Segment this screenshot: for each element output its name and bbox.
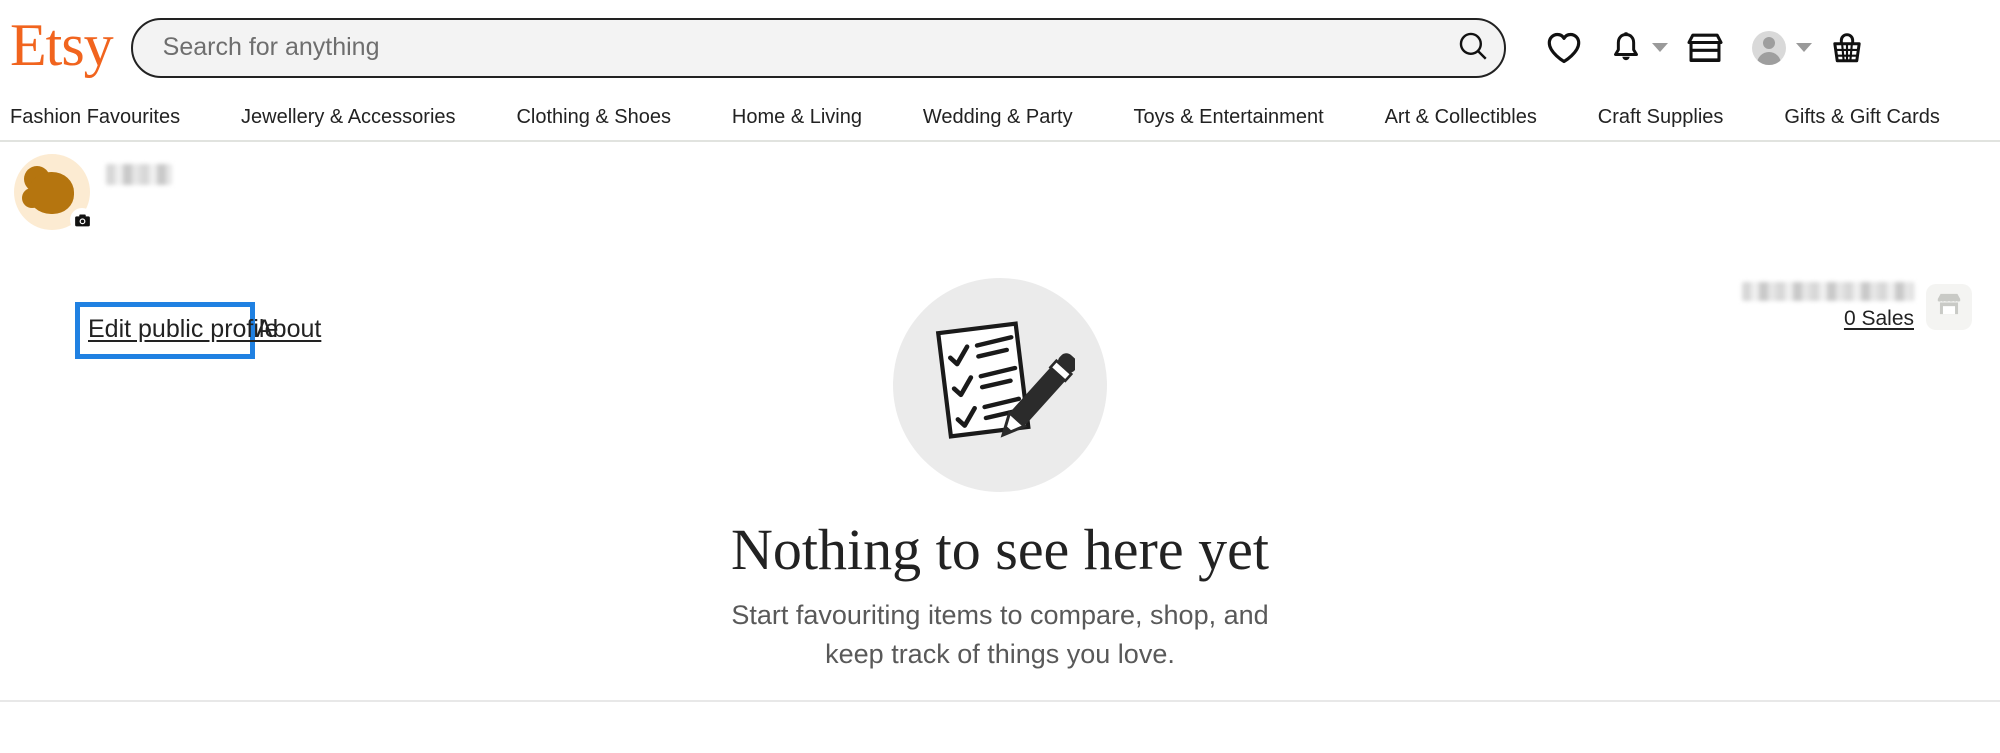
shop-summary: 0 Sales <box>1742 282 1972 331</box>
favourites-icon[interactable] <box>1532 20 1596 76</box>
notifications-icon[interactable] <box>1596 20 1656 76</box>
nav-item-craft-supplies[interactable]: Craft Supplies <box>1598 102 1724 133</box>
account-chevron-down-icon[interactable] <box>1795 43 1812 52</box>
avatar-shape <box>28 172 74 214</box>
checklist-pencil-icon <box>893 278 1107 492</box>
page-footer-space <box>0 702 2000 739</box>
storefront-icon <box>1935 291 1963 322</box>
search-submit-button[interactable] <box>1442 20 1504 76</box>
account-avatar-icon[interactable] <box>1738 20 1800 76</box>
sales-link[interactable]: 0 Sales <box>1844 307 1914 331</box>
avatar <box>1751 30 1786 65</box>
search-box[interactable] <box>130 17 1506 78</box>
nav-item-toys-entertainment[interactable]: Toys & Entertainment <box>1134 102 1324 133</box>
shop-meta: 0 Sales <box>1742 282 1914 331</box>
profile-strip: Edit public profile About Edit public pr… <box>0 142 2000 359</box>
nav-item-art-collectibles[interactable]: Art & Collectibles <box>1385 102 1537 133</box>
username-redacted <box>106 163 172 185</box>
site-header: Etsy <box>0 0 2000 95</box>
category-nav: Fashion Favourites Jewellery & Accessori… <box>0 95 2000 142</box>
about-link[interactable]: About <box>256 315 321 344</box>
etsy-logo[interactable]: Etsy <box>10 15 114 81</box>
nav-item-fashion-favourites[interactable]: Fashion Favourites <box>10 102 180 133</box>
profile-identity: Edit public profile About <box>104 163 374 221</box>
notifications-chevron-down-icon[interactable] <box>1651 43 1668 52</box>
search-bar <box>130 17 1506 78</box>
empty-state-title: Nothing to see here yet <box>731 517 1269 582</box>
nav-item-wedding-party[interactable]: Wedding & Party <box>923 102 1073 133</box>
edit-public-profile-link[interactable]: Edit public profile <box>88 315 278 344</box>
header-icon-group <box>1532 20 1878 76</box>
nav-item-gifts-gift-cards[interactable]: Gifts & Gift Cards <box>1784 102 1940 133</box>
shop-manager-icon[interactable] <box>1672 20 1738 76</box>
search-input[interactable] <box>162 19 1442 76</box>
shop-name-redacted <box>1742 282 1914 301</box>
empty-state-subtitle: Start favouriting items to compare, shop… <box>731 599 1269 669</box>
profile-links: Edit public profile About <box>104 192 374 221</box>
search-icon <box>1456 29 1490 66</box>
camera-icon[interactable] <box>70 208 94 232</box>
user-avatar[interactable] <box>14 154 94 232</box>
cart-icon[interactable] <box>1816 20 1878 76</box>
nav-item-clothing-shoes[interactable]: Clothing & Shoes <box>516 102 671 133</box>
nav-item-home-living[interactable]: Home & Living <box>732 102 862 133</box>
shop-tile-button[interactable] <box>1926 283 1972 330</box>
nav-item-jewellery-accessories[interactable]: Jewellery & Accessories <box>241 102 456 133</box>
